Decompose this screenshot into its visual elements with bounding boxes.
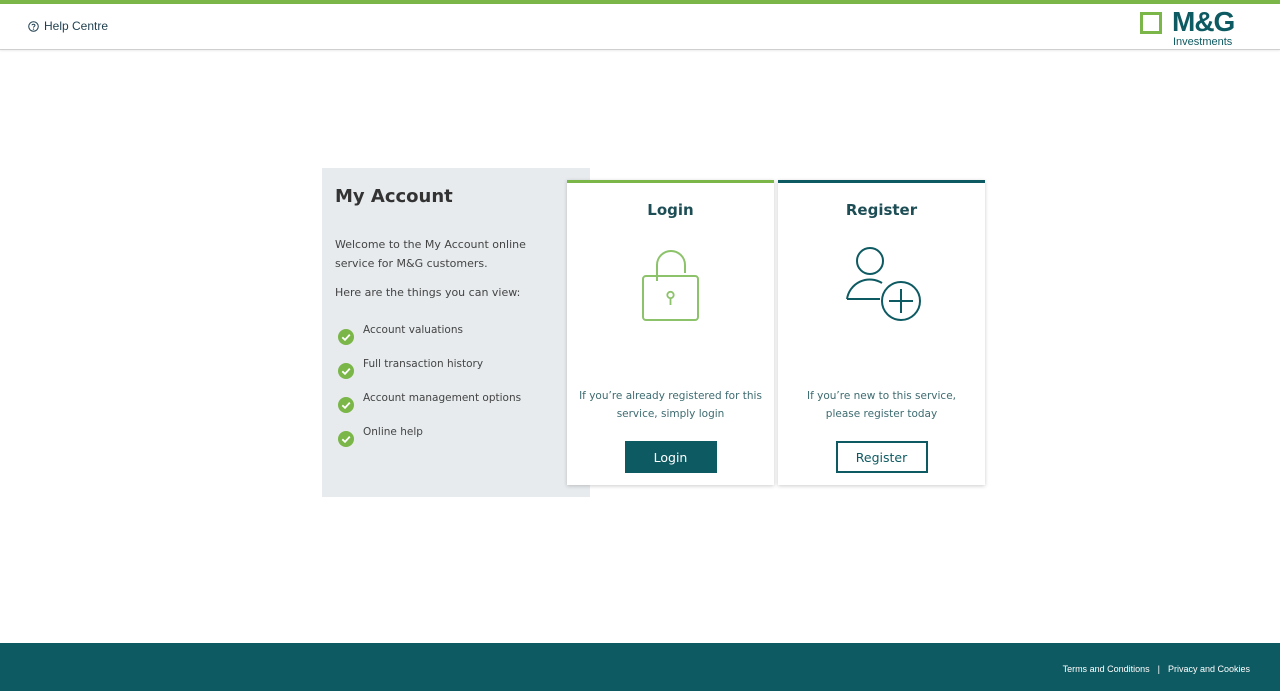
login-card: Login If you’re already registered for t… — [567, 180, 774, 485]
check-circle-icon — [338, 431, 354, 447]
page-title: My Account — [335, 186, 453, 207]
register-card-title: Register — [845, 201, 918, 219]
feature-label: Online help — [363, 426, 423, 438]
features-subheading: Here are the things you can view: — [335, 286, 521, 299]
site-footer: Terms and Conditions | Privacy and Cooki… — [0, 643, 1280, 691]
logo-subtitle: Investments — [1173, 36, 1233, 48]
help-centre-link[interactable]: Help Centre — [28, 19, 108, 33]
feature-label: Account management options — [363, 392, 522, 404]
padlock-icon — [641, 250, 699, 321]
footer-separator: | — [1157, 664, 1160, 674]
login-description: If you’re already registered for this se… — [579, 390, 762, 420]
intro-text: Welcome to the My Account online service… — [335, 238, 526, 270]
help-centre-label: Help Centre — [44, 19, 109, 33]
terms-link[interactable]: Terms and Conditions — [1063, 664, 1150, 674]
login-card-title: Login — [647, 201, 694, 219]
question-circle-icon — [28, 20, 39, 32]
list-item: Online help — [338, 426, 521, 460]
footer-links: Terms and Conditions | Privacy and Cooki… — [1063, 664, 1250, 674]
register-card: Register If you’re new to this service, … — [778, 180, 985, 485]
logo-brand: M&G — [1172, 6, 1235, 37]
check-circle-icon — [338, 363, 354, 379]
list-item: Account valuations — [338, 324, 521, 358]
mg-logo[interactable]: M&G Investments — [1140, 6, 1250, 50]
login-button[interactable]: Login — [624, 441, 717, 473]
feature-label: Full transaction history — [363, 358, 484, 370]
my-account-info-panel: My Account Welcome to the My Account onl… — [322, 168, 590, 497]
check-circle-icon — [338, 397, 354, 413]
feature-label: Account valuations — [363, 324, 463, 336]
add-user-icon — [845, 247, 921, 321]
logo-square-icon — [1140, 12, 1162, 34]
site-header: Help Centre M&G Investments — [0, 4, 1280, 50]
list-item: Account management options — [338, 392, 521, 426]
features-list: Account valuations Full transaction hist… — [338, 324, 521, 460]
privacy-link[interactable]: Privacy and Cookies — [1168, 664, 1250, 674]
register-description: If you’re new to this service, please re… — [806, 390, 956, 420]
check-circle-icon — [338, 329, 354, 345]
register-button[interactable]: Register — [835, 441, 928, 473]
list-item: Full transaction history — [338, 358, 521, 392]
